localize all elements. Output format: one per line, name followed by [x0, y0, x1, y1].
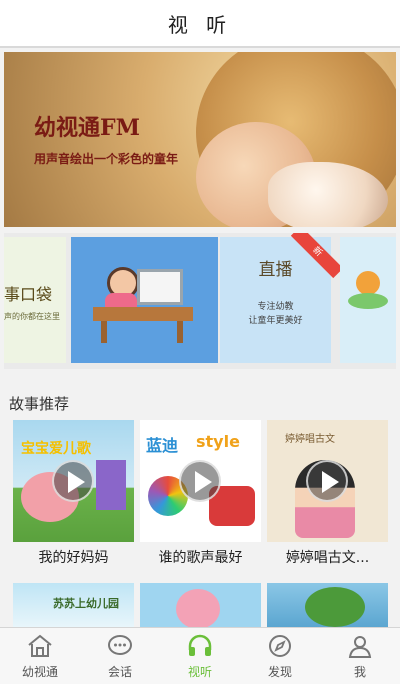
- tab-label: 会话: [107, 665, 132, 679]
- cartoon-cloud-art: [348, 293, 388, 309]
- pig-art: [176, 589, 220, 628]
- card-line1: 专注幼教: [257, 302, 294, 312]
- desk-illustration: [93, 307, 193, 321]
- story-item[interactable]: 婷婷唱古文 婷婷唱古文...: [267, 420, 388, 567]
- card-line2: 让童年更美好: [248, 316, 303, 326]
- category-carousel[interactable]: 事口袋 声的你都在这里 新 直播 专注幼教 让童年更美好: [4, 233, 396, 369]
- play-icon[interactable]: [52, 460, 94, 502]
- story-thumbnail[interactable]: 苏苏上幼儿园: [13, 583, 134, 628]
- tab-label: 视听: [187, 665, 212, 679]
- tab-label: 幼视通: [21, 665, 58, 679]
- desk-leg: [177, 321, 183, 343]
- carousel-card-live[interactable]: 新 直播 专注幼教 让童年更美好: [220, 233, 344, 363]
- page-title: 视 听: [167, 12, 233, 37]
- story-thumbnail[interactable]: 蓝迪 style: [140, 420, 261, 542]
- tab-home[interactable]: 幼视通: [0, 628, 80, 684]
- bottom-tab-bar: 幼视通 会话 视听 发现 我: [0, 627, 400, 684]
- story-item[interactable]: 苏苏上幼儿园: [13, 583, 134, 628]
- banner-subtitle: 用声音绘出一个彩色的童年: [34, 152, 179, 166]
- thumbnail-art-text: 宝宝爱儿歌: [21, 441, 91, 457]
- fm-banner[interactable]: 幼视通FM 用声音绘出一个彩色的童年: [4, 52, 396, 227]
- card-subtitle: 声的你都在这里: [4, 312, 60, 321]
- story-thumbnail[interactable]: [267, 583, 388, 628]
- tab-discover[interactable]: 发现: [240, 628, 320, 684]
- computer-illustration: [137, 269, 183, 305]
- thumbnail-art-text: 蓝迪: [146, 436, 179, 455]
- desk-leg: [101, 321, 107, 343]
- headphones-icon: [186, 633, 214, 659]
- play-icon[interactable]: [306, 460, 348, 502]
- tab-chat[interactable]: 会话: [80, 628, 160, 684]
- story-thumbnail[interactable]: 宝宝爱儿歌: [13, 420, 134, 542]
- thumbnail-art-text: style: [196, 432, 240, 451]
- play-icon[interactable]: [179, 460, 221, 502]
- story-caption[interactable]: 谁的歌声最好: [140, 547, 261, 567]
- thumbnail-art-text: 婷婷唱古文: [285, 434, 335, 445]
- thumbnail-art-text: 苏苏上幼儿园: [53, 597, 119, 610]
- page-header: 视 听: [0, 0, 400, 48]
- card-title: 直播: [258, 260, 293, 280]
- story-item[interactable]: 蓝迪 style 谁的歌声最好: [140, 420, 261, 567]
- story-item[interactable]: [140, 583, 261, 628]
- tab-label: 我: [353, 665, 366, 679]
- story-item[interactable]: [267, 583, 388, 628]
- carousel-card-story-pocket[interactable]: 事口袋 声的你都在这里: [4, 237, 66, 363]
- home-icon: [26, 633, 54, 659]
- cartoon-character-art: [356, 271, 380, 295]
- tab-label: 发现: [267, 665, 292, 679]
- story-caption[interactable]: 婷婷唱古文...: [267, 547, 388, 567]
- castle-art: [96, 460, 126, 510]
- tab-listen[interactable]: 视听: [160, 628, 240, 684]
- story-caption[interactable]: 我的好妈妈: [13, 547, 134, 567]
- banner-title: 幼视通FM: [34, 115, 140, 141]
- tab-me[interactable]: 我: [320, 628, 400, 684]
- carousel-card-cartoon[interactable]: [340, 237, 396, 363]
- carousel-card-online-class[interactable]: [71, 237, 218, 363]
- compass-icon: [266, 633, 294, 659]
- user-icon: [346, 633, 374, 659]
- story-thumbnail[interactable]: [140, 583, 261, 628]
- chat-icon: [106, 633, 134, 659]
- card-title: 事口袋: [4, 285, 53, 304]
- story-item[interactable]: 宝宝爱儿歌 我的好妈妈: [13, 420, 134, 567]
- section-title-story-recommend: 故事推荐: [9, 395, 70, 413]
- tree-art: [305, 587, 365, 627]
- story-thumbnail[interactable]: 婷婷唱古文: [267, 420, 388, 542]
